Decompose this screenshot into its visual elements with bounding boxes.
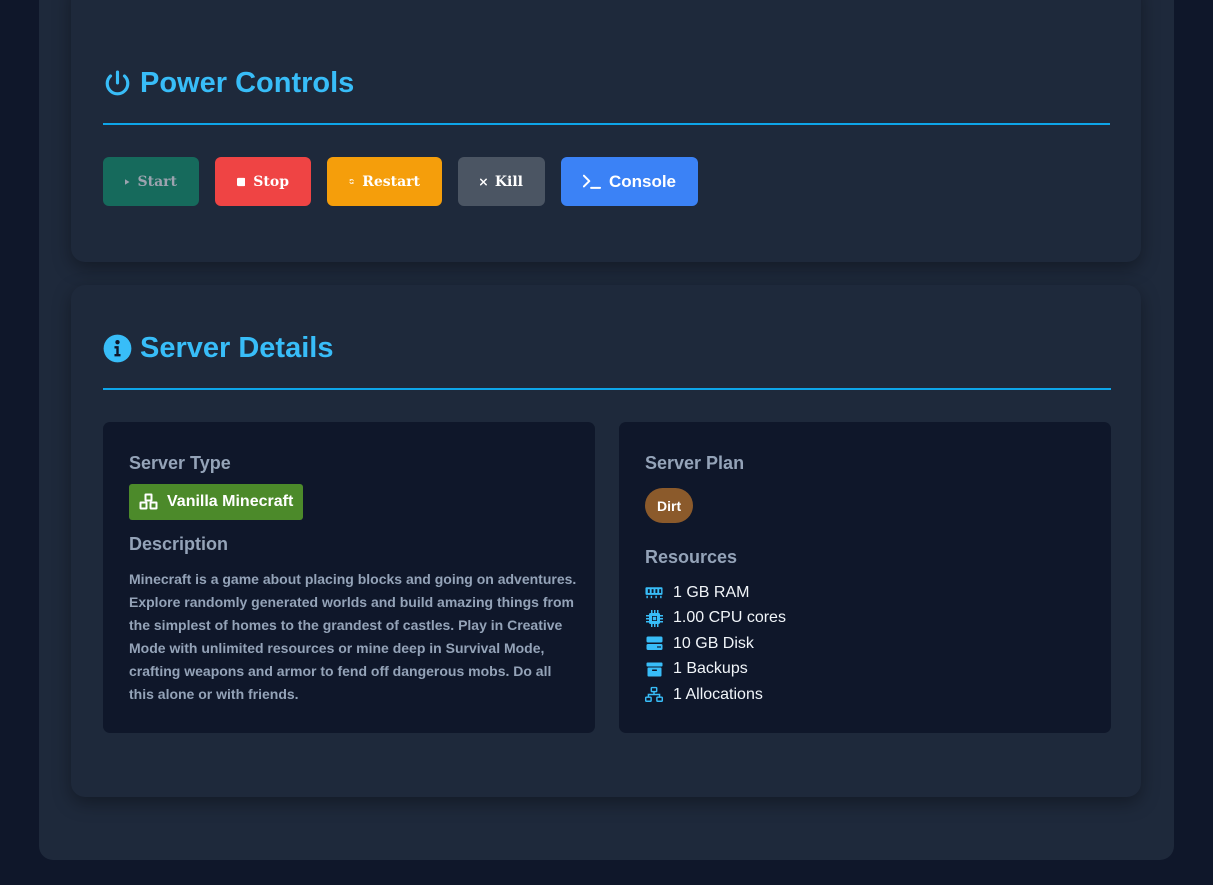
stop-button-label: Stop — [253, 173, 289, 190]
close-icon — [480, 177, 487, 186]
restart-button[interactable]: Restart — [327, 157, 442, 206]
power-controls-card: Power Controls Start Stop Restart Kill C… — [71, 0, 1141, 262]
power-controls-title: Power Controls — [140, 66, 355, 99]
power-controls-divider — [103, 123, 1110, 125]
resources-list: 1 GB RAM 1.00 CPU cores 10 GB Disk 1 Bac… — [645, 580, 786, 708]
power-icon — [103, 69, 132, 98]
resource-item-disk: 10 GB Disk — [645, 631, 786, 657]
server-details-header: Server Details — [103, 328, 1142, 368]
info-circle-icon — [103, 334, 132, 363]
archive-icon — [645, 660, 663, 678]
server-plan-value: Dirt — [657, 497, 682, 514]
kill-button[interactable]: Kill — [458, 157, 545, 206]
resource-item-backups: 1 Backups — [645, 657, 786, 683]
server-details-divider — [103, 388, 1111, 390]
resource-ram-text: 1 GB RAM — [673, 583, 750, 601]
resources-label: Resources — [645, 547, 738, 567]
resource-backups-text: 1 Backups — [673, 660, 748, 678]
cpu-icon — [645, 609, 663, 627]
resource-item-allocations: 1 Allocations — [645, 682, 786, 708]
console-button[interactable]: Console — [561, 157, 698, 206]
power-controls-header: Power Controls — [103, 63, 1109, 103]
resource-cpu-text: 1.00 CPU cores — [673, 609, 786, 627]
play-icon — [125, 178, 130, 185]
start-button-label: Start — [137, 173, 178, 190]
server-plan-label: Server Plan — [645, 453, 745, 473]
server-plan-panel: Server Plan Dirt Resources 1 GB RAM 1.00… — [619, 422, 1111, 733]
network-icon — [645, 686, 663, 704]
server-type-value: Vanilla Minecraft — [167, 493, 294, 510]
power-buttons-row: Start Stop Restart Kill Console — [103, 157, 698, 206]
description-text: Minecraft is a game about placing blocks… — [129, 571, 577, 702]
console-button-label: Console — [608, 171, 676, 191]
terminal-icon — [583, 174, 601, 189]
restart-button-label: Restart — [362, 173, 420, 190]
server-details-title: Server Details — [140, 331, 334, 364]
description-label: Description — [129, 534, 229, 554]
resource-allocations-text: 1 Allocations — [673, 685, 763, 703]
server-type-label: Server Type — [129, 453, 231, 473]
server-page-container: Power Controls Start Stop Restart Kill C… — [39, 0, 1174, 860]
server-type-badge: Vanilla Minecraft — [129, 484, 304, 520]
memory-icon — [645, 584, 663, 602]
start-button[interactable]: Start — [103, 157, 199, 206]
resource-item-ram: 1 GB RAM — [645, 580, 786, 606]
sync-icon — [349, 179, 354, 184]
resource-item-cpu: 1.00 CPU cores — [645, 606, 786, 632]
cubes-icon — [139, 493, 158, 510]
stop-icon — [237, 177, 246, 186]
disk-icon — [645, 635, 663, 653]
server-plan-badge: Dirt — [645, 488, 694, 523]
stop-button[interactable]: Stop — [215, 157, 311, 206]
resource-disk-text: 10 GB Disk — [673, 634, 754, 652]
kill-button-label: Kill — [494, 173, 523, 190]
server-type-panel: Server Type Vanilla Minecraft Descriptio… — [103, 422, 595, 733]
